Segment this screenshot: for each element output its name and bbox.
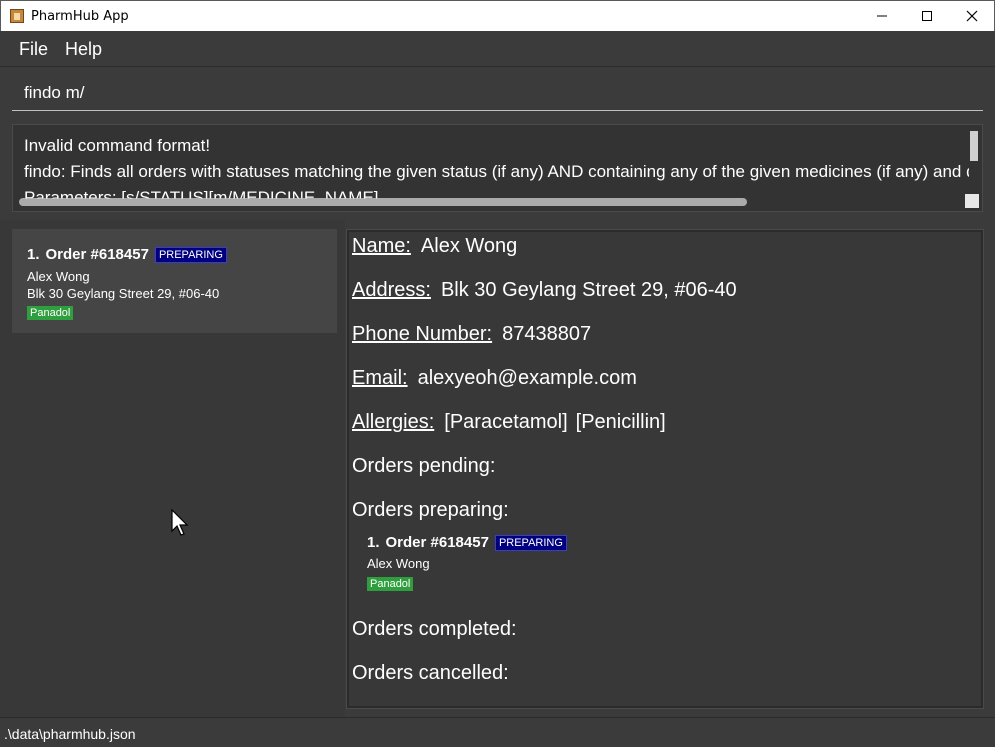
- person-name: Alex Wong: [420, 235, 518, 257]
- result-display[interactable]: Invalid command format! findo: Finds all…: [12, 124, 983, 212]
- order-list-panel: 1. Order #618457 PREPARING Alex Wong Blk…: [0, 220, 345, 717]
- order-medicines: Panadol: [27, 303, 74, 321]
- email-label: Email:: [352, 367, 408, 389]
- result-line: Parameters: [s/STATUS][m/MEDICINE_NAME].…: [24, 188, 393, 199]
- minimize-button[interactable]: [859, 1, 905, 31]
- status-badge: PREPARING: [154, 246, 227, 263]
- phone-row: Phone Number: 87438807: [352, 323, 591, 346]
- minimize-icon: [877, 15, 887, 17]
- email-row: Email: alexyeoh@example.com: [352, 367, 637, 390]
- maximize-button[interactable]: [904, 1, 950, 31]
- maximize-icon: [922, 11, 932, 21]
- result-line: Invalid command format!: [24, 136, 211, 155]
- window-title: PharmHub App: [31, 9, 129, 24]
- phone-label: Phone Number:: [352, 323, 493, 345]
- title-bar: PharmHub App: [0, 0, 995, 31]
- horizontal-scrollbar[interactable]: [19, 198, 747, 206]
- address-row: Address: Blk 30 Geylang Street 29, #06-40: [352, 279, 737, 302]
- order-index: 1.: [367, 534, 380, 551]
- name-row: Name: Alex Wong: [352, 235, 517, 258]
- order-header: 1. Order #618457 PREPARING: [27, 246, 227, 263]
- menu-help[interactable]: Help: [65, 39, 102, 60]
- close-icon: [966, 10, 978, 22]
- orders-preparing-heading: Orders preparing:: [352, 499, 509, 521]
- close-button[interactable]: [949, 1, 995, 31]
- person-address: Blk 30 Geylang Street 29, #06-40: [440, 279, 737, 301]
- allergies-row: Allergies: [Paracetamol] [Penicillin]: [352, 411, 674, 434]
- status-badge: PREPARING: [494, 534, 567, 551]
- status-bar: .\data\pharmhub.json: [0, 717, 995, 747]
- medicine-tag: Panadol: [27, 306, 74, 320]
- vertical-scrollbar[interactable]: [970, 131, 978, 161]
- name-label: Name:: [352, 235, 411, 257]
- order-index: 1.: [27, 246, 40, 263]
- result-line: findo: Finds all orders with statuses ma…: [24, 162, 969, 181]
- orders-completed-heading: Orders completed:: [352, 618, 517, 640]
- menu-bar: File Help: [0, 31, 995, 67]
- allergies-label: Allergies:: [352, 411, 435, 433]
- command-input[interactable]: [12, 75, 983, 111]
- orders-cancelled-heading: Orders cancelled:: [352, 662, 509, 684]
- orders-pending-heading: Orders pending:: [352, 455, 496, 477]
- pharmhub-app-icon: [10, 9, 24, 23]
- preparing-order-item[interactable]: 1. Order #618457 PREPARING Alex Wong Pan…: [367, 534, 627, 592]
- order-header: 1. Order #618457 PREPARING: [367, 534, 627, 551]
- order-id: Order #618457: [385, 534, 489, 551]
- allergy-item: [Penicillin]: [575, 411, 666, 433]
- order-id: Order #618457: [45, 246, 149, 263]
- person-detail-panel: Name: Alex Wong Address: Blk 30 Geylang St…: [346, 229, 984, 709]
- person-phone: 87438807: [502, 323, 592, 345]
- menu-file[interactable]: File: [19, 39, 48, 60]
- person-email: alexyeoh@example.com: [417, 367, 637, 389]
- result-text: Invalid command format! findo: Finds all…: [24, 133, 969, 199]
- order-list-item[interactable]: 1. Order #618457 PREPARING Alex Wong Blk…: [12, 229, 337, 333]
- mouse-cursor-icon: [171, 509, 189, 536]
- address-label: Address:: [352, 279, 431, 301]
- command-area: [0, 67, 995, 117]
- allergy-item: [Paracetamol]: [444, 411, 568, 433]
- order-customer-name: Alex Wong: [27, 269, 90, 284]
- data-file-path: .\data\pharmhub.json: [4, 726, 136, 742]
- scroll-corner: [965, 194, 979, 208]
- order-address: Blk 30 Geylang Street 29, #06-40: [27, 286, 220, 301]
- medicine-tag: Panadol: [367, 577, 414, 591]
- order-customer-name: Alex Wong: [367, 556, 430, 571]
- order-medicines: Panadol: [367, 574, 627, 592]
